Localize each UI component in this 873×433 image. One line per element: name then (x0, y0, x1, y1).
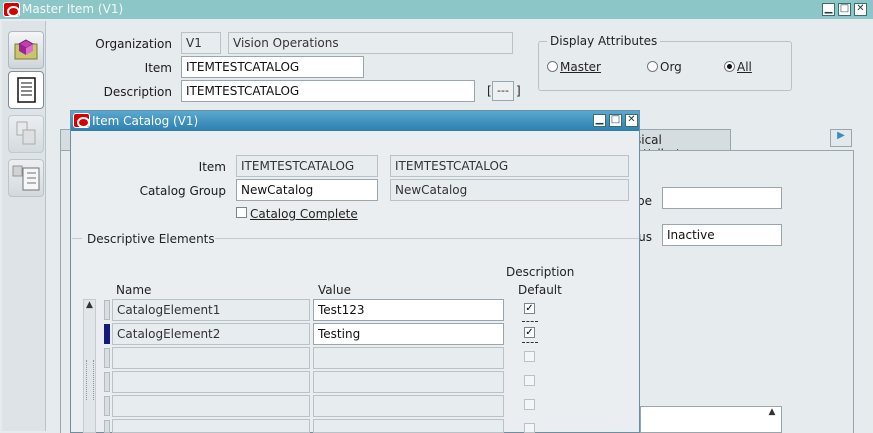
box-icon[interactable] (8, 31, 44, 69)
checkbox-focus-ring (522, 321, 538, 343)
radio-master[interactable] (547, 61, 558, 72)
row-selector[interactable] (104, 372, 110, 392)
dialog-title: Item Catalog (V1) (92, 114, 199, 128)
description-field[interactable]: ITEMTESTCATALOG (181, 80, 475, 102)
row-value-cell[interactable] (313, 395, 504, 417)
maximize-icon[interactable]: □ (838, 3, 851, 16)
grid-scroll-up-icon[interactable]: ▲ (83, 300, 96, 313)
ellipsis-button[interactable]: --- (492, 81, 514, 101)
row-value-cell[interactable]: Testing (313, 323, 504, 345)
attachment-icon[interactable] (8, 115, 44, 153)
minimize-icon[interactable]: ▁ (822, 3, 835, 16)
tab-physical-attributes[interactable]: sical Attributes (628, 129, 731, 161)
row-default-checkbox[interactable] (524, 399, 535, 410)
dialog-titlebar: Item Catalog (V1) ▁ □ ✕ (71, 111, 639, 131)
row-selector-current[interactable] (104, 324, 110, 344)
row-default-checkbox[interactable]: ✓ (524, 303, 535, 314)
dialog-minimize-icon[interactable]: ▁ (593, 114, 606, 127)
row-value-cell[interactable]: Test123 (313, 299, 504, 321)
row-default-checkbox[interactable] (524, 375, 535, 386)
section-divider-left (72, 238, 82, 239)
row-name-cell[interactable] (112, 395, 310, 417)
dialog-item-desc-field: ITEMTESTCATALOG (390, 155, 629, 177)
close-icon[interactable]: ✕ (854, 3, 867, 16)
descriptive-elements-title: Descriptive Elements (87, 232, 215, 246)
item-label: Item (144, 61, 172, 75)
org-code-field: V1 (181, 32, 221, 54)
row-name-cell[interactable]: CatalogElement1 (112, 299, 310, 321)
catalog-complete-checkbox[interactable] (236, 207, 247, 218)
row-selector[interactable] (104, 420, 110, 433)
radio-org[interactable] (647, 61, 658, 72)
row-value-cell[interactable] (313, 419, 504, 433)
item-field[interactable]: ITEMTESTCATALOG (181, 56, 364, 78)
description-label: Description (103, 85, 172, 99)
row-selector[interactable] (104, 396, 110, 416)
row-name-cell[interactable] (112, 371, 310, 393)
organization-label: Organization (95, 37, 172, 51)
column-header-desc-default-2: Default (518, 283, 562, 297)
radio-all[interactable] (724, 61, 735, 72)
status-field[interactable]: Inactive (662, 224, 782, 246)
row-selector[interactable] (104, 348, 110, 368)
row-selector[interactable] (104, 300, 110, 320)
catalog-group-label: Catalog Group (139, 184, 226, 198)
catalog-group-desc-field: NewCatalog (390, 179, 629, 201)
row-value-cell[interactable] (313, 371, 504, 393)
display-attributes-title: Display Attributes (547, 34, 661, 48)
row-name-cell[interactable] (112, 347, 310, 369)
scroll-up-icon[interactable]: ▲ (764, 407, 780, 421)
dialog-item-field: ITEMTESTCATALOG (236, 155, 378, 177)
numbered-list-icon[interactable] (8, 159, 44, 197)
tab-scroll-right-icon[interactable]: ▶ (830, 129, 852, 147)
oracle-logo-icon (3, 2, 20, 17)
radio-all-label: All (737, 60, 752, 74)
window-titlebar: Master Item (V1) ▁ □ ✕ (0, 0, 873, 19)
dialog-maximize-icon[interactable]: □ (609, 114, 622, 127)
row-default-checkbox[interactable] (524, 351, 535, 362)
row-default-checkbox[interactable] (524, 423, 535, 433)
catalog-group-field[interactable]: NewCatalog (236, 179, 378, 201)
left-toolbar (2, 21, 46, 431)
row-value-cell[interactable] (313, 347, 504, 369)
window-title: Master Item (V1) (22, 2, 124, 16)
list-icon[interactable] (8, 71, 44, 109)
dialog-oracle-logo-icon (73, 113, 90, 128)
ellipsis-bracket-left: [ (487, 84, 492, 98)
column-header-name: Name (116, 283, 152, 297)
column-header-value: Value (318, 283, 351, 297)
column-header-desc-default-1: Description (506, 265, 575, 279)
bg-textarea[interactable] (640, 406, 782, 433)
row-name-cell[interactable]: CatalogElement2 (112, 323, 310, 345)
bg-field-1[interactable] (662, 187, 782, 209)
catalog-complete-label: Catalog Complete (250, 207, 358, 221)
radio-org-label: Org (660, 60, 682, 74)
org-name-field: Vision Operations (228, 32, 513, 54)
radio-master-label: Master (560, 60, 601, 74)
ellipsis-bracket-right: ] (516, 84, 521, 98)
grid-scroll-thumb[interactable] (86, 360, 94, 400)
dialog-item-label: Item (198, 160, 226, 174)
dialog-close-icon[interactable]: ✕ (625, 114, 638, 127)
row-name-cell[interactable] (112, 419, 310, 433)
section-divider-right (215, 238, 639, 239)
